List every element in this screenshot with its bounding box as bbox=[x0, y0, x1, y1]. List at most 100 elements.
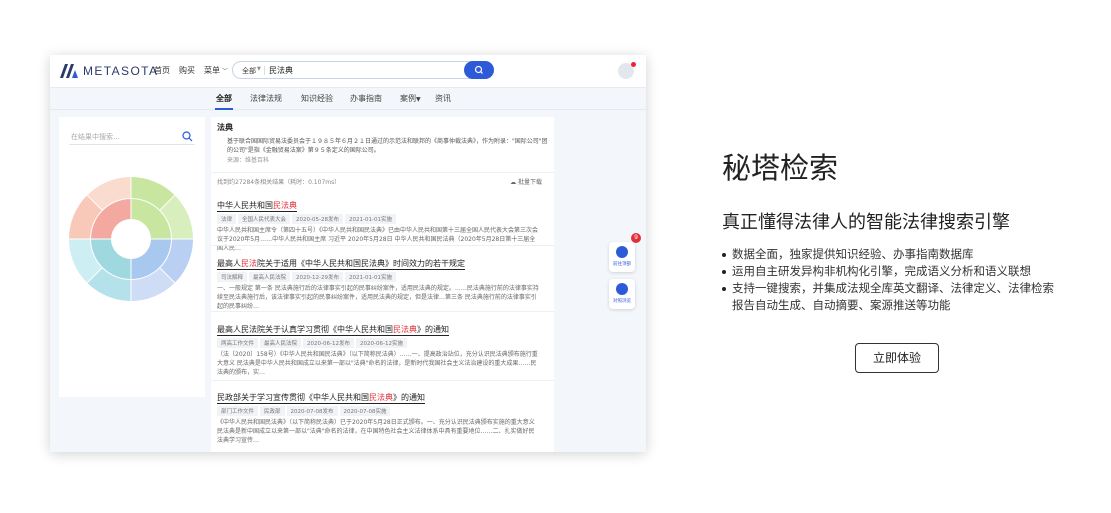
result-snippet: 《中华人民共和国民法典》（以下简称民法典）已于2020年5月28日正式颁布。一、… bbox=[217, 419, 535, 444]
tag-issuer: 全国人民代表大会 bbox=[238, 214, 291, 224]
search-icon[interactable] bbox=[182, 131, 193, 142]
logo-text: METASOTA bbox=[83, 64, 159, 78]
result-tags: 部门工作文件 民政部 2020-07-08发布 2020-07-08实施 bbox=[217, 406, 540, 416]
feature-text: 支持一键搜索，并集成法规全库英文翻译、法律定义、法律检索 bbox=[732, 281, 1054, 295]
tag-effective: 2020-06-12实施 bbox=[356, 338, 407, 348]
feature-list: 数据全面，独家提供知识经验、办事指南数据库 运用自主研发异构非机构化引擎，完成语… bbox=[722, 246, 1102, 314]
tag-type: 部门工作文件 bbox=[217, 406, 259, 416]
document-icon bbox=[616, 246, 628, 258]
result-snippet: （法〔2020〕158号）《中华人民共和国民法典》（以下简称民法典）……一、提高… bbox=[217, 351, 538, 376]
tab-all[interactable]: 全部 bbox=[216, 93, 232, 104]
feature-item: 运用自主研发异构非机构化引擎，完成语义分析和语义联想 bbox=[722, 263, 1102, 280]
float-button-top[interactable]: 前往顶部 bbox=[609, 242, 635, 272]
tag-effective: 2021-01-01实施 bbox=[345, 272, 396, 282]
hero-subtitle: 真正懂得法律人的智能法律搜索引擎 bbox=[722, 212, 1010, 233]
tab-guides[interactable]: 办事指南 bbox=[350, 93, 382, 104]
feature-item: 支持一键搜索，并集成法规全库英文翻译、法律定义、法律检索 bbox=[722, 280, 1102, 297]
float-button-label: 前往顶部 bbox=[613, 262, 631, 267]
result-title-link[interactable]: 中华人民共和国民法典 bbox=[217, 200, 297, 212]
category-sunburst-chart[interactable] bbox=[67, 175, 195, 303]
search-button[interactable] bbox=[464, 61, 494, 79]
bullet-icon bbox=[722, 270, 726, 274]
search-scope-select[interactable]: 全部 bbox=[242, 66, 256, 76]
result-tags: 法律 全国人民代表大会 2020-05-28发布 2021-01-01实施 bbox=[217, 214, 540, 224]
feature-text: 报告自动生成、自动摘要、案源推送等功能 bbox=[732, 298, 951, 312]
dictionary-source: 来源：维基百科 bbox=[227, 157, 270, 164]
nav-menu[interactable]: 菜单 ﹀ bbox=[204, 65, 228, 76]
divider bbox=[211, 311, 554, 312]
tag-type: 法律 bbox=[217, 214, 237, 224]
result-tags: 司法解释 最高人民法院 2020-12-29发布 2021-01-01实施 bbox=[217, 272, 540, 282]
count-badge: 9 bbox=[631, 233, 641, 243]
nav-buy[interactable]: 购买 bbox=[179, 65, 195, 76]
dictionary-description: 基于联合国国际贸易法委员会于１９８５年６月２１日通过的示范法和联邦的《商事仲裁法… bbox=[227, 138, 548, 154]
search-icon bbox=[474, 65, 483, 74]
metasota-logo-icon bbox=[60, 64, 78, 78]
float-button-label: 对照浏览 bbox=[613, 299, 631, 304]
top-nav: 首页 购买 菜单 ﹀ bbox=[154, 65, 228, 76]
bullet-icon bbox=[722, 253, 726, 257]
tag-issuer: 最高人民法院 bbox=[249, 272, 291, 282]
nav-home[interactable]: 首页 bbox=[154, 65, 170, 76]
tab-laws[interactable]: 法律法规 bbox=[250, 93, 282, 104]
logo[interactable]: METASOTA bbox=[60, 64, 158, 78]
float-button-compare[interactable]: 对照浏览 bbox=[609, 279, 635, 309]
category-tabs: 全部 法律法规 知识经验 办事指南 案例▼ 资讯 bbox=[50, 88, 646, 110]
result-title-link[interactable]: 最高人民法院关于适用《中华人民共和国民法典》时间效力的若干规定 bbox=[217, 258, 465, 270]
feature-item: 数据全面，独家提供知识经验、办事指南数据库 bbox=[722, 246, 1102, 263]
filter-panel: 在结果中搜索... bbox=[59, 117, 205, 397]
search-divider bbox=[264, 66, 265, 75]
search-input[interactable]: 民法典 bbox=[269, 65, 293, 76]
chevron-down-icon: ﹀ bbox=[222, 68, 229, 75]
result-snippet: 一、一般规定 第一条 民法典施行后的法律事实引起的民事纠纷案件，适用民法典的规定… bbox=[217, 285, 539, 310]
divider bbox=[211, 172, 554, 173]
tag-published: 2020-12-29发布 bbox=[292, 272, 343, 282]
tab-knowledge[interactable]: 知识经验 bbox=[301, 93, 333, 104]
nav-menu-label: 菜单 bbox=[204, 66, 220, 75]
title-text: 中华人民共和国 bbox=[217, 201, 273, 210]
batch-download-button[interactable]: ☁ 批量下载 bbox=[510, 177, 542, 186]
title-text: 民政部关于学习宣传贯彻《中华人民共和国 bbox=[217, 393, 369, 402]
feature-item: 报告自动生成、自动摘要、案源推送等功能 bbox=[722, 297, 1102, 314]
hero-title: 秘塔检索 bbox=[722, 151, 839, 185]
notification-dot bbox=[631, 62, 636, 67]
title-text: 最高人民法院关于认真学习贯彻《中华人民共和国 bbox=[217, 325, 393, 334]
dictionary-title: 法典 bbox=[217, 123, 233, 132]
tag-issuer: 最高人民法院 bbox=[260, 338, 302, 348]
result-snippet: 中华人民共和国主席令（第四十五号）《中华人民共和国民法典》已由中华人民共和国第十… bbox=[217, 227, 539, 252]
tab-news[interactable]: 资讯 bbox=[435, 93, 451, 104]
tag-issuer: 民政部 bbox=[260, 406, 285, 416]
results-list: 法典 基于联合国国际贸易法委员会于１９８５年６月２１日通过的示范法和联邦的《商事… bbox=[211, 117, 554, 452]
title-highlight: 民法典 bbox=[393, 325, 417, 334]
result-count: 找到约27284条相关结果（耗时：0.107ms） bbox=[217, 179, 341, 186]
result-title-link[interactable]: 最高人民法院关于认真学习贯彻《中华人民共和国民法典》的通知 bbox=[217, 324, 449, 336]
product-screenshot: METASOTA 首页 购买 菜单 ﹀ 全部 ▼ 民法典 全部 法律法规 知识经验… bbox=[50, 55, 646, 452]
result-title-link[interactable]: 民政部关于学习宣传贯彻《中华人民共和国民法典》的通知 bbox=[217, 392, 425, 404]
batch-download-label: 批量下载 bbox=[517, 179, 542, 186]
tag-type: 司法解释 bbox=[217, 272, 248, 282]
title-text: 》的通知 bbox=[417, 325, 449, 334]
result-tags: 两高工作文件 最高人民法院 2020-06-12发布 2020-06-12实施 bbox=[217, 338, 540, 348]
result-item: 最高人民法院关于认真学习贯彻《中华人民共和国民法典》的通知 两高工作文件 最高人… bbox=[217, 317, 540, 377]
divider bbox=[211, 245, 554, 246]
tab-cases[interactable]: 案例▼ bbox=[400, 93, 421, 104]
tag-published: 2020-07-08发布 bbox=[286, 406, 338, 416]
filter-search-placeholder: 在结果中搜索... bbox=[71, 133, 120, 141]
result-item: 中华人民共和国民法典 法律 全国人民代表大会 2020-05-28发布 2021… bbox=[217, 193, 540, 253]
tag-published: 2020-05-28发布 bbox=[292, 214, 343, 224]
try-now-button[interactable]: 立即体验 bbox=[855, 343, 939, 373]
tag-published: 2020-06-12发布 bbox=[303, 338, 354, 348]
title-text: 最高人 bbox=[217, 259, 241, 268]
content-area: 在结果中搜索... 法典 基于联合国国际贸易法委员会于１９８５年６月２１日通过的… bbox=[50, 110, 646, 452]
tag-effective: 2020-07-08实施 bbox=[339, 406, 391, 416]
feature-text: 数据全面，独家提供知识经验、办事指南数据库 bbox=[732, 247, 974, 261]
result-item: 最高人民法院关于适用《中华人民共和国民法典》时间效力的若干规定 司法解释 最高人… bbox=[217, 251, 540, 311]
title-highlight: 民法 bbox=[241, 259, 257, 268]
upload-icon bbox=[616, 283, 628, 295]
filter-search-input[interactable]: 在结果中搜索... bbox=[69, 129, 195, 145]
caret-down-icon: ▼ bbox=[416, 96, 421, 103]
title-text: 》的通知 bbox=[393, 393, 425, 402]
result-meta: 找到约27284条相关结果（耗时：0.107ms） ☁ 批量下载 bbox=[217, 177, 548, 187]
tag-type: 两高工作文件 bbox=[217, 338, 259, 348]
title-highlight: 民法典 bbox=[273, 201, 297, 210]
